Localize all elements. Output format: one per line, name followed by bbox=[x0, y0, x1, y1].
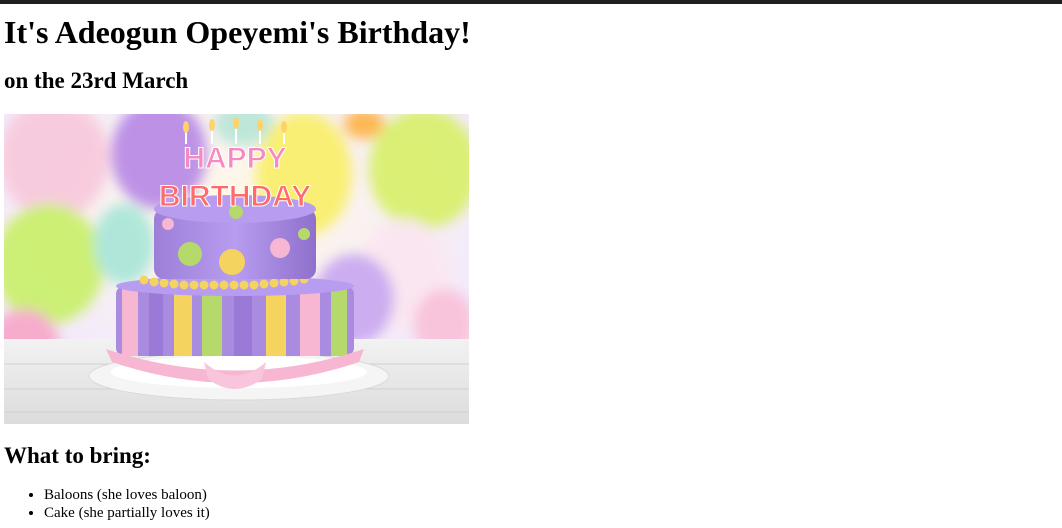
candle-text-birthday: BIRTHDAY bbox=[159, 180, 311, 213]
candle-text-happy: HAPPY bbox=[183, 142, 286, 175]
birthday-date: on the 23rd March bbox=[4, 68, 189, 93]
what-to-bring-heading: What to bring: bbox=[4, 443, 151, 468]
list-item: Baloons (she loves baloon) bbox=[44, 486, 1058, 504]
page-title: It's Adeogun Opeyemi's Birthday! bbox=[4, 14, 471, 50]
page-content: It's Adeogun Opeyemi's Birthday! on the … bbox=[4, 4, 1058, 522]
list-item: Cake (she partially loves it) bbox=[44, 504, 1058, 522]
bring-list: Baloons (she loves baloon) Cake (she par… bbox=[4, 486, 1058, 522]
birthday-cake-image: HAPPY BIRTHDAY bbox=[4, 114, 469, 424]
